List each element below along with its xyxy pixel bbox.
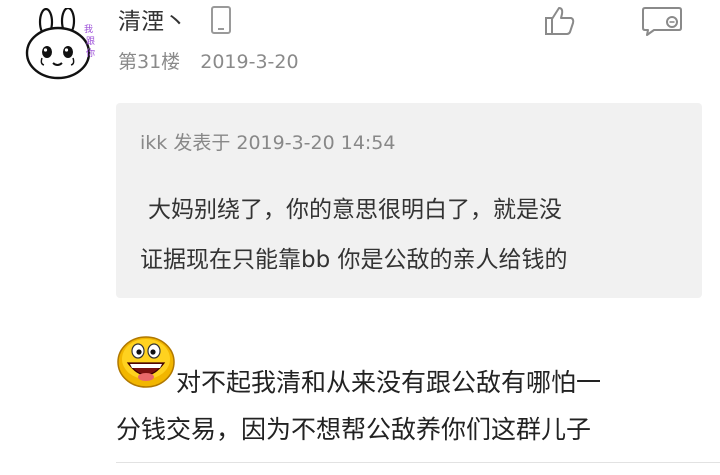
quote-line: 大妈别绕了，你的意思很明白了，就是没 bbox=[148, 197, 562, 223]
avatar-text-1: 我 bbox=[84, 24, 93, 35]
quote-line: 证据现在只能靠bb 你是公敌的亲人给钱的 bbox=[140, 247, 568, 273]
floor-number: 第31楼 bbox=[118, 51, 181, 73]
bunny-avatar-icon: 我 跟 你 bbox=[25, 6, 95, 80]
quote-header: ikk 发表于 2019-3-20 14:54 bbox=[140, 132, 396, 154]
post-date: 2019-3-20 bbox=[200, 51, 299, 73]
grinning-face-icon bbox=[116, 335, 176, 389]
thumbs-up-icon bbox=[545, 7, 575, 35]
post-divider bbox=[116, 462, 720, 463]
reply-comment-icon bbox=[642, 7, 682, 36]
post-meta: 第31楼 2019-3-20 bbox=[118, 48, 299, 76]
content-line: 对不起我清和从来没有跟公敌有哪怕一 bbox=[176, 368, 602, 397]
author-name[interactable]: 清湮丶 bbox=[118, 6, 187, 38]
content-line: 分钱交易，因为不想帮公敌养你们这群儿子 bbox=[116, 415, 592, 444]
avatar-text-3: 你 bbox=[86, 47, 95, 59]
user-avatar[interactable]: 我 跟 你 bbox=[22, 6, 100, 80]
reply-button[interactable] bbox=[640, 4, 684, 38]
like-button[interactable] bbox=[543, 4, 577, 38]
avatar-text-2: 跟 bbox=[86, 36, 95, 47]
quote-block: ikk 发表于 2019-3-20 14:54 大妈别绕了，你的意思很明白了，就… bbox=[116, 103, 702, 298]
phone-icon bbox=[210, 5, 232, 35]
